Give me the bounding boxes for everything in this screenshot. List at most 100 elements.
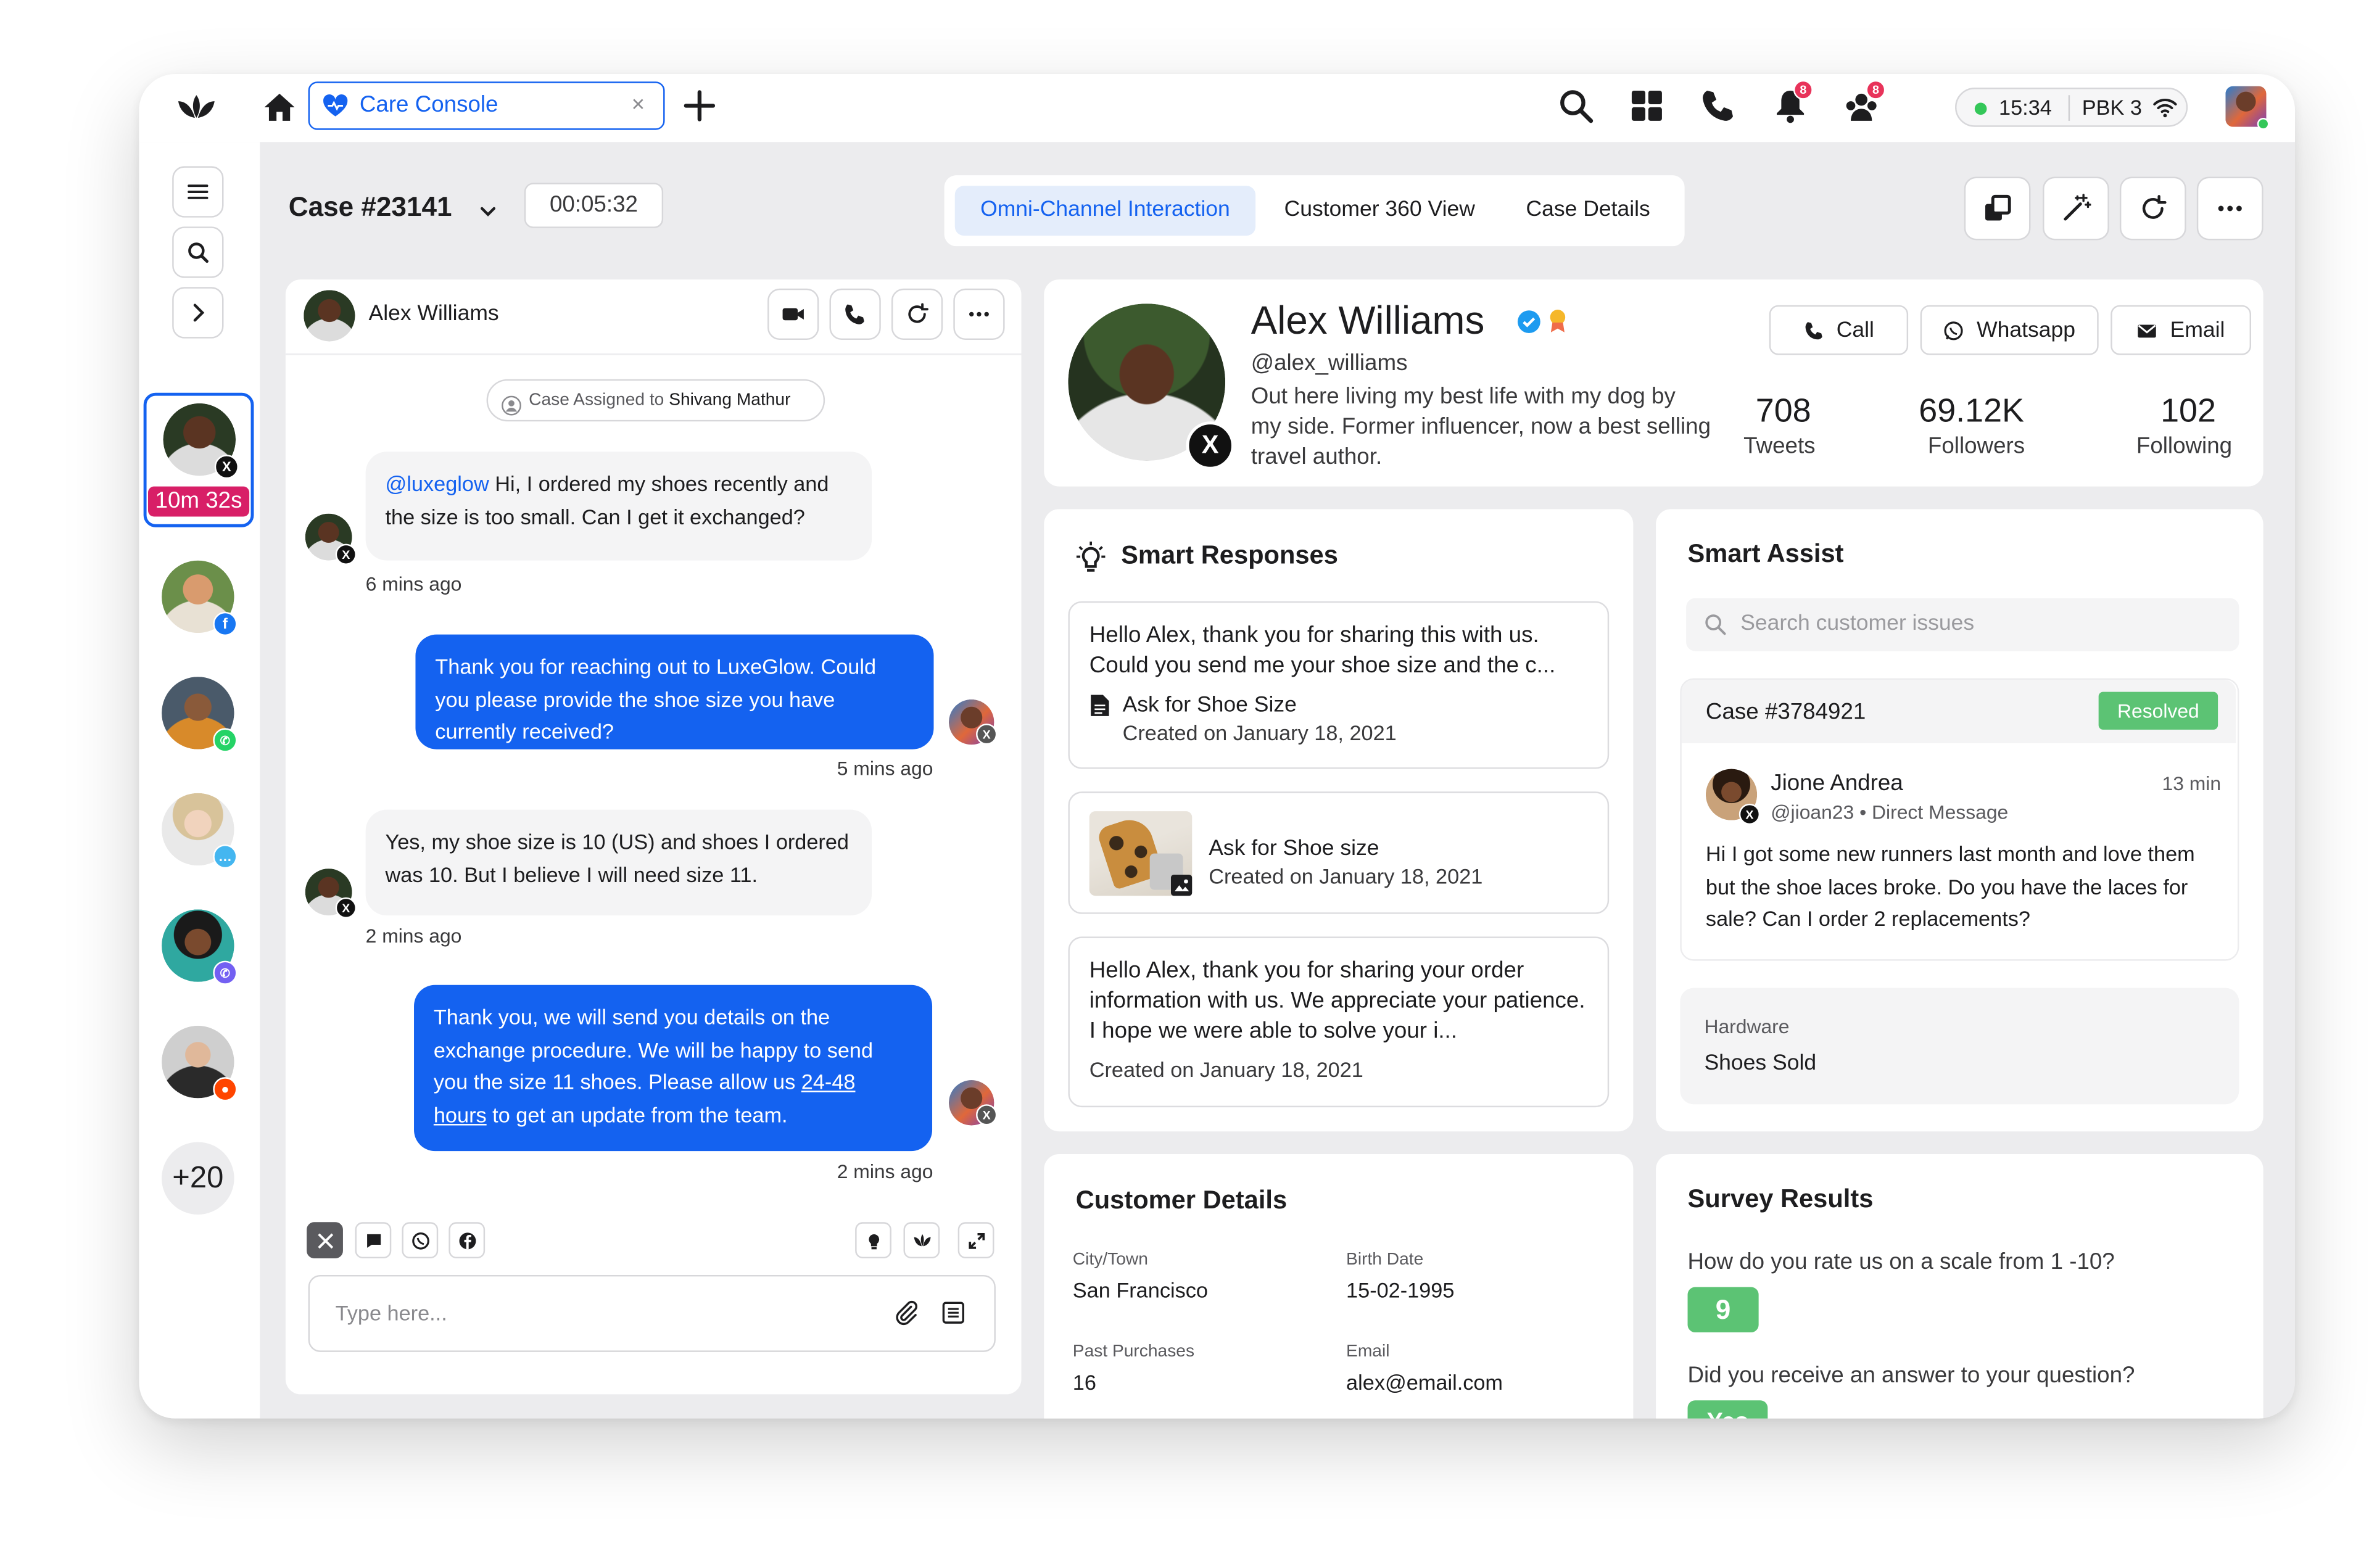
clock-time: 15:34 bbox=[1999, 95, 2052, 120]
award-badge-icon bbox=[1547, 308, 1568, 334]
agent-online-dot bbox=[2257, 118, 2270, 130]
search-customer-issues-input[interactable]: Search customer issues bbox=[1686, 598, 2239, 651]
smart-response-item[interactable]: Hello Alex, thank you for sharing your o… bbox=[1068, 936, 1610, 1108]
related-case-card[interactable]: Case #3784921 Resolved X Jione Andrea @j… bbox=[1680, 678, 2239, 961]
conversation-more-button[interactable] bbox=[953, 288, 1005, 340]
tweets-label: Tweets bbox=[1743, 433, 1816, 460]
voice-call-button[interactable] bbox=[829, 288, 881, 340]
viber-channel-icon: ✆ bbox=[213, 960, 238, 985]
x-channel-icon: X bbox=[1739, 803, 1761, 825]
chevron-down-icon[interactable] bbox=[478, 201, 498, 219]
case-timer: 00:05:32 bbox=[524, 183, 664, 228]
home-icon[interactable] bbox=[263, 92, 296, 122]
whatsapp-channel-button[interactable] bbox=[402, 1222, 439, 1259]
incoming-message: @luxeglow Hi, I ordered my shoes recentl… bbox=[365, 452, 872, 561]
video-call-button[interactable] bbox=[767, 288, 819, 340]
incoming-message: Yes, my shoe size is 10 (US) and shoes I… bbox=[365, 809, 872, 916]
author-name: Jione Andrea bbox=[1771, 770, 1903, 796]
whatsapp-icon bbox=[1945, 321, 1964, 340]
lightbulb-icon bbox=[1076, 541, 1106, 574]
followers-label: Followers bbox=[1927, 433, 2025, 460]
profile-handle: @alex_williams bbox=[1251, 350, 1408, 376]
menu-button[interactable] bbox=[172, 166, 224, 218]
more-options-button[interactable] bbox=[2196, 176, 2264, 241]
x-channel-icon: X bbox=[335, 897, 357, 918]
message-time: 5 mins ago bbox=[837, 756, 933, 780]
email-icon bbox=[2138, 324, 2157, 337]
smart-responses-panel: Smart Responses Hello Alex, thank you fo… bbox=[1044, 509, 1634, 1132]
magic-wand-button[interactable] bbox=[2043, 176, 2109, 241]
tag-label: Hardware bbox=[1704, 1015, 1790, 1038]
call-button[interactable]: Call bbox=[1769, 305, 1909, 355]
left-rail: X 10m 32s f ✆ … ✆ ● +20 bbox=[139, 142, 260, 1419]
profile-name: Alex Williams bbox=[1251, 297, 1485, 343]
phone-icon[interactable] bbox=[1698, 86, 1738, 126]
survey-question: How do you rate us on a scale from 1 -10… bbox=[1687, 1249, 2115, 1275]
smart-response-item[interactable]: Hello Alex, thank you for sharing this w… bbox=[1068, 601, 1610, 769]
facebook-channel-button[interactable] bbox=[449, 1222, 486, 1259]
status-pill[interactable]: 15:34 PBK 3 bbox=[1955, 88, 2188, 127]
message-time: 6 mins ago bbox=[365, 572, 462, 595]
expand-composer-button[interactable] bbox=[957, 1222, 994, 1259]
related-case-message: Hi I got some new runners last month and… bbox=[1705, 841, 2195, 931]
apps-grid-icon[interactable] bbox=[1627, 86, 1667, 126]
tab-omni-channel[interactable]: Omni-Channel Interaction bbox=[954, 186, 1256, 236]
tab-case-details[interactable]: Case Details bbox=[1526, 186, 1650, 236]
view-tabs: Omni-Channel Interaction Customer 360 Vi… bbox=[944, 175, 1685, 247]
wifi-icon bbox=[2153, 97, 2177, 118]
mention-link[interactable]: @luxeglow bbox=[385, 471, 489, 495]
app-window: Care Console × 8 8 15:34 PBK 3 X 10m 32s… bbox=[139, 74, 2296, 1419]
heart-icon bbox=[322, 94, 349, 118]
survey-results-title: Survey Results bbox=[1687, 1184, 1874, 1213]
expand-rail-button[interactable] bbox=[172, 287, 224, 339]
x-channel-icon: X bbox=[335, 543, 357, 565]
refresh-conversation-button[interactable] bbox=[891, 288, 943, 340]
message-input-placeholder: Type here... bbox=[335, 1300, 447, 1325]
tab-title: Care Console bbox=[359, 92, 498, 118]
profile-bio: Out here living my best life with my dog… bbox=[1251, 384, 1711, 470]
smart-suggestions-button[interactable] bbox=[855, 1222, 891, 1259]
rail-search-button[interactable] bbox=[172, 226, 224, 278]
tag-card: Hardware Shoes Sold bbox=[1680, 988, 2239, 1105]
sms-channel-button[interactable] bbox=[355, 1222, 392, 1259]
whatsapp-button[interactable]: Whatsapp bbox=[1920, 305, 2099, 355]
search-icon bbox=[1704, 613, 1727, 636]
chat-channel-icon: … bbox=[213, 844, 238, 869]
x-channel-icon: X bbox=[1186, 421, 1234, 470]
smart-assist-title: Smart Assist bbox=[1687, 539, 1844, 568]
conversation-panel: Alex Williams Case Assigned to Shivang M… bbox=[285, 279, 1022, 1395]
survey-answer-badge: Yes bbox=[1687, 1400, 1768, 1419]
message-input[interactable]: Type here... bbox=[308, 1274, 996, 1352]
outgoing-message: Thank you for reaching out to LuxeGlow. … bbox=[415, 634, 934, 749]
tag-value: Shoes Sold bbox=[1704, 1051, 1817, 1076]
notes-icon[interactable] bbox=[940, 1299, 967, 1326]
survey-results-panel: Survey Results How do you rate us on a s… bbox=[1656, 1154, 2264, 1419]
refresh-button[interactable] bbox=[2119, 176, 2186, 241]
email-button[interactable]: Email bbox=[2111, 305, 2252, 355]
new-tab-plus-icon[interactable] bbox=[683, 89, 716, 122]
open-external-button[interactable] bbox=[1964, 176, 2031, 241]
attachment-icon[interactable] bbox=[893, 1299, 920, 1326]
app-logo-icon[interactable] bbox=[175, 89, 218, 125]
user-icon bbox=[502, 391, 521, 416]
following-count: 102 bbox=[2160, 391, 2216, 429]
x-channel-icon: X bbox=[976, 1104, 998, 1126]
sprinklr-ai-button[interactable] bbox=[903, 1222, 940, 1259]
more-conversations-button[interactable]: +20 bbox=[162, 1142, 234, 1215]
message-time: 2 mins ago bbox=[365, 924, 462, 947]
case-number[interactable]: Case #23141 bbox=[289, 192, 452, 223]
search-icon[interactable] bbox=[1556, 86, 1595, 126]
close-tab-icon[interactable]: × bbox=[632, 92, 645, 118]
smart-response-item[interactable]: Ask for Shoe size Created on January 18,… bbox=[1068, 791, 1610, 914]
x-channel-button[interactable] bbox=[307, 1222, 343, 1259]
notifications-count-badge: 8 bbox=[1793, 80, 1813, 100]
tab-care-console[interactable]: Care Console × bbox=[308, 81, 665, 130]
active-conversation-item[interactable]: X 10m 32s bbox=[143, 392, 254, 527]
verified-badge-icon bbox=[1517, 310, 1541, 334]
following-label: Following bbox=[2136, 433, 2233, 460]
customer-details-title: Customer Details bbox=[1075, 1186, 1288, 1215]
contact-name: Alex Williams bbox=[368, 302, 499, 326]
image-icon bbox=[1170, 874, 1193, 896]
tab-customer-360[interactable]: Customer 360 View bbox=[1284, 186, 1475, 236]
message-time: 2 mins ago bbox=[837, 1160, 933, 1183]
